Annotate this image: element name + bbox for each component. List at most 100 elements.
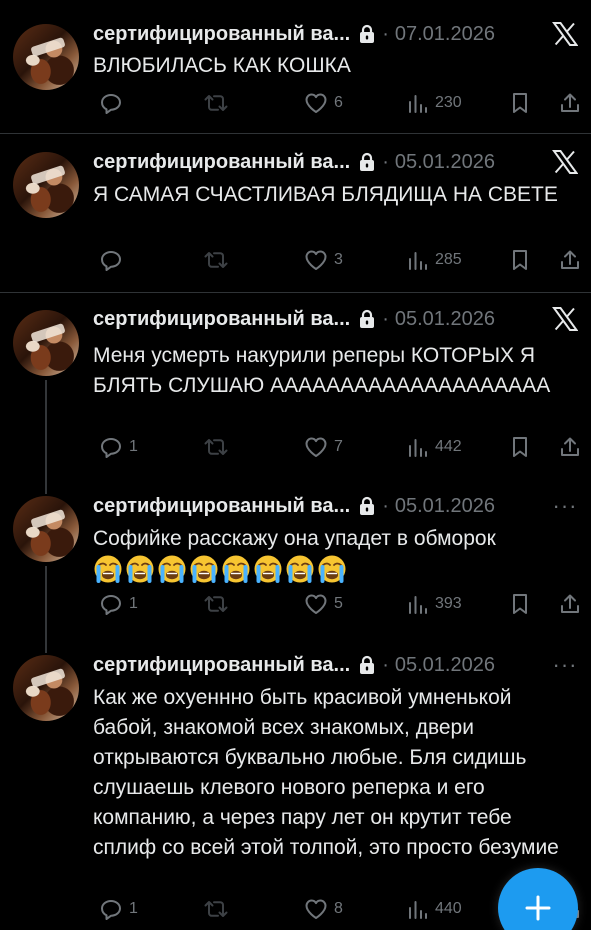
plus-icon bbox=[525, 895, 551, 921]
like-count: 3 bbox=[334, 251, 343, 268]
views-button[interactable]: 230 bbox=[401, 89, 462, 117]
views-button[interactable]: 442 bbox=[401, 433, 462, 461]
tweet-text: Софийке расскажу она упадет в обморок bbox=[93, 524, 579, 584]
lock-icon bbox=[358, 24, 376, 44]
reply-button[interactable]: 1 bbox=[93, 433, 138, 461]
like-button[interactable]: 3 bbox=[298, 246, 343, 274]
separator-dot: · bbox=[382, 494, 389, 517]
more-options-button[interactable]: ··· bbox=[551, 651, 579, 679]
author-name[interactable]: сертифицированный ва... bbox=[93, 23, 350, 46]
share-button[interactable] bbox=[553, 590, 581, 618]
heart-icon bbox=[304, 593, 328, 615]
tweet-header: сертифицированный ва... · 05.01.2026 bbox=[93, 492, 495, 520]
tweet-date[interactable]: 05.01.2026 bbox=[395, 151, 495, 174]
separator-dot: · bbox=[382, 22, 389, 45]
tweet-body: Меня усмерть накурили реперы КОТОРЫХ Я Б… bbox=[93, 344, 551, 397]
retweet-button[interactable] bbox=[197, 433, 235, 461]
tweet-date[interactable]: 05.01.2026 bbox=[395, 495, 495, 518]
reply-button[interactable]: 1 bbox=[93, 590, 138, 618]
avatar[interactable] bbox=[13, 24, 79, 90]
avatar[interactable] bbox=[13, 496, 79, 562]
heart-icon bbox=[304, 898, 328, 920]
tweet-divider bbox=[0, 133, 591, 134]
tweet-text: Я САМАЯ СЧАСТЛИВАЯ БЛЯДИЩА НА СВЕТЕ bbox=[93, 180, 579, 210]
avatar[interactable] bbox=[13, 310, 79, 376]
loudly-crying-face-icon bbox=[157, 554, 187, 584]
tweet-body: Как же охуеннно быть красивой умненькой … bbox=[93, 686, 559, 859]
reply-icon bbox=[99, 91, 123, 115]
loudly-crying-face-icon bbox=[189, 554, 219, 584]
reply-count: 1 bbox=[129, 438, 138, 455]
tweet-body: Я САМАЯ СЧАСТЛИВАЯ БЛЯДИЩА НА СВЕТЕ bbox=[93, 183, 558, 206]
author-name[interactable]: сертифицированный ва... bbox=[93, 151, 350, 174]
more-options-button[interactable]: ··· bbox=[551, 492, 579, 520]
share-button[interactable] bbox=[553, 433, 581, 461]
retweet-icon bbox=[203, 435, 229, 459]
more-icon: ··· bbox=[552, 493, 578, 518]
bookmark-button[interactable] bbox=[503, 590, 531, 618]
loudly-crying-face-icon bbox=[125, 554, 155, 584]
like-count: 7 bbox=[334, 438, 343, 455]
like-button[interactable]: 6 bbox=[298, 89, 343, 117]
share-icon bbox=[559, 248, 581, 272]
author-name[interactable]: сертифицированный ва... bbox=[93, 654, 350, 677]
tweet-body: ВЛЮБИЛАСЬ КАК КОШКА bbox=[93, 54, 351, 77]
reply-icon bbox=[99, 592, 123, 616]
bookmark-button[interactable] bbox=[503, 246, 531, 274]
reply-icon bbox=[99, 248, 123, 272]
share-button[interactable] bbox=[553, 89, 581, 117]
retweet-button[interactable] bbox=[197, 895, 235, 923]
retweet-button[interactable] bbox=[197, 89, 235, 117]
reply-button[interactable] bbox=[93, 246, 129, 274]
reply-button[interactable] bbox=[93, 89, 129, 117]
share-icon bbox=[559, 435, 581, 459]
tweet-actions: 3 285 bbox=[93, 246, 579, 274]
reply-icon bbox=[99, 897, 123, 921]
avatar[interactable] bbox=[13, 655, 79, 721]
retweet-button[interactable] bbox=[197, 590, 235, 618]
like-button[interactable]: 5 bbox=[298, 590, 343, 618]
x-logo-icon bbox=[551, 20, 579, 48]
share-icon bbox=[559, 91, 581, 115]
views-button[interactable]: 285 bbox=[401, 246, 462, 274]
author-name[interactable]: сертифицированный ва... bbox=[93, 308, 350, 331]
more-icon: ··· bbox=[552, 652, 578, 677]
views-button[interactable]: 440 bbox=[401, 895, 462, 923]
views-count: 230 bbox=[435, 94, 462, 111]
author-name[interactable]: сертифицированный ва... bbox=[93, 495, 350, 518]
tweet-text: Меня усмерть накурили реперы КОТОРЫХ Я Б… bbox=[93, 341, 579, 401]
share-button[interactable] bbox=[553, 246, 581, 274]
tweet-divider bbox=[0, 292, 591, 293]
separator-dot: · bbox=[382, 653, 389, 676]
bookmark-button[interactable] bbox=[503, 89, 531, 117]
retweet-icon bbox=[203, 897, 229, 921]
loudly-crying-face-icon bbox=[93, 554, 123, 584]
tweet-actions: 1 5 393 bbox=[93, 590, 579, 618]
loudly-crying-face-icon bbox=[317, 554, 347, 584]
like-count: 5 bbox=[334, 595, 343, 612]
tweet-actions: 6 230 bbox=[93, 89, 579, 117]
reply-icon bbox=[99, 435, 123, 459]
avatar[interactable] bbox=[13, 152, 79, 218]
tweet-text: Как же охуеннно быть красивой умненькой … bbox=[93, 683, 579, 863]
separator-dot: · bbox=[382, 150, 389, 173]
thread-line bbox=[45, 566, 47, 653]
views-icon bbox=[407, 898, 429, 920]
tweet-date[interactable]: 05.01.2026 bbox=[395, 654, 495, 677]
retweet-button[interactable] bbox=[197, 246, 235, 274]
loudly-crying-face-icon bbox=[221, 554, 251, 584]
emoji-row bbox=[93, 554, 579, 584]
heart-icon bbox=[304, 436, 328, 458]
like-button[interactable]: 7 bbox=[298, 433, 343, 461]
bookmark-button[interactable] bbox=[503, 433, 531, 461]
reply-count: 1 bbox=[129, 900, 138, 917]
views-button[interactable]: 393 bbox=[401, 590, 462, 618]
heart-icon bbox=[304, 92, 328, 114]
tweet-date[interactable]: 05.01.2026 bbox=[395, 308, 495, 331]
tweet-date[interactable]: 07.01.2026 bbox=[395, 23, 495, 46]
lock-icon bbox=[358, 655, 376, 675]
views-icon bbox=[407, 436, 429, 458]
like-button[interactable]: 8 bbox=[298, 895, 343, 923]
like-count: 8 bbox=[334, 900, 343, 917]
reply-button[interactable]: 1 bbox=[93, 895, 138, 923]
